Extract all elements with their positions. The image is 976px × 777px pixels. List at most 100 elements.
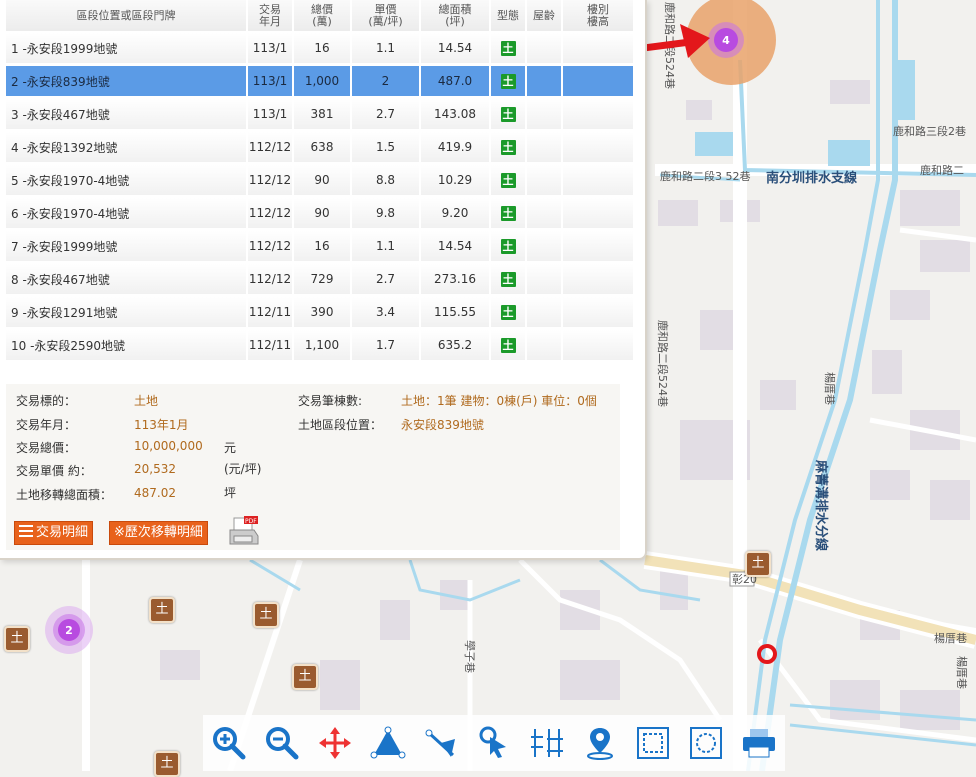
cell-address: 10 -永安段2590地號 [6, 330, 248, 363]
label-road-352: 鹿和路二段3 52巷 [660, 169, 751, 183]
cell-date: 112/12 [248, 132, 294, 165]
label-road-3-2: 鹿和路三段2巷 [893, 124, 966, 138]
frame-rect-icon[interactable] [631, 721, 675, 765]
row-address: -永安段839地號 [18, 74, 110, 89]
row-number: 7 [11, 239, 19, 254]
detail-ym-value: 113年1月 [134, 418, 189, 432]
cell-unit-price: 2.7 [352, 99, 421, 132]
cell-unit-price: 9.8 [352, 198, 421, 231]
zoom-out-icon[interactable] [260, 721, 304, 765]
pan-icon[interactable] [313, 721, 357, 765]
cell-unit-price: 2.7 [352, 264, 421, 297]
transaction-detail-label: 交易明細 [36, 525, 89, 540]
col-header-age[interactable]: 屋齡 [527, 0, 563, 33]
cell-age [527, 198, 563, 231]
cell-age [527, 330, 563, 363]
row-address: -永安段1970-4地號 [18, 206, 130, 221]
measure-area-icon[interactable] [366, 721, 410, 765]
table-row[interactable]: 6 -永安段1970-4地號 112/12 90 9.8 9.20 土 [6, 198, 635, 231]
col-header-date[interactable]: 交易 年月 [248, 0, 294, 33]
detail-count-label: 交易筆棟數: [298, 394, 363, 408]
row-address: -永安段1392地號 [18, 140, 118, 155]
cell-age [527, 165, 563, 198]
label-road-2: 鹿和路二 [920, 163, 964, 177]
table-row[interactable]: 3 -永安段467地號 113/1 381 2.7 143.08 土 [6, 99, 635, 132]
cell-date: 113/1 [248, 99, 294, 132]
detail-count-value: 土地：1筆 建物：0棟(戶) 車位：0個 [401, 394, 597, 408]
cluster-left-count: 2 [65, 624, 73, 637]
table-row[interactable]: 5 -永安段1970-4地號 112/12 90 8.8 10.29 土 [6, 165, 635, 198]
select-icon[interactable] [472, 721, 516, 765]
detail-total-unit: 元 [224, 441, 237, 455]
land-marker-icon[interactable]: 土 [4, 626, 30, 652]
cell-address: 1 -永安段1999地號 [6, 33, 248, 66]
cell-floor [563, 165, 635, 198]
row-address: -永安段1291地號 [18, 305, 118, 320]
grid-icon[interactable] [525, 721, 569, 765]
measure-line-icon[interactable] [419, 721, 463, 765]
cell-address: 6 -永安段1970-4地號 [6, 198, 248, 231]
land-marker-icon[interactable]: 土 [745, 551, 771, 577]
col-header-unit[interactable]: 單價 (萬/坪) [352, 0, 421, 33]
zoom-in-icon[interactable] [207, 721, 251, 765]
transfer-history-button[interactable]: ※歷次移轉明細 [109, 521, 208, 545]
detail-unit-unit: (元/坪) [224, 462, 262, 476]
cell-unit-price: 1.1 [352, 33, 421, 66]
detail-target-label: 交易標的： [16, 394, 77, 408]
cell-type: 土 [491, 132, 527, 165]
cell-area: 9.20 [421, 198, 491, 231]
table-row[interactable]: 8 -永安段467地號 112/12 729 2.7 273.16 土 [6, 264, 635, 297]
location-pin-icon[interactable] [578, 721, 622, 765]
cell-type: 土 [491, 231, 527, 264]
cell-address: 5 -永安段1970-4地號 [6, 165, 248, 198]
col-header-floor[interactable]: 樓別 樓高 [563, 0, 635, 33]
cell-date: 112/11 [248, 297, 294, 330]
header-date-text: 交易 年月 [259, 2, 281, 28]
table-row[interactable]: 7 -永安段1999地號 112/12 16 1.1 14.54 土 [6, 231, 635, 264]
table-row[interactable]: 2 -永安段839地號 113/1 1,000 2 487.0 土 [6, 66, 635, 99]
land-type-icon: 土 [500, 40, 516, 56]
land-marker-icon[interactable]: 土 [292, 664, 318, 690]
cell-area: 635.2 [421, 330, 491, 363]
cell-floor [563, 297, 635, 330]
land-type-icon: 土 [500, 337, 516, 353]
cell-total: 16 [294, 33, 352, 66]
col-header-total[interactable]: 總價 (萬) [294, 0, 352, 33]
transaction-detail-button[interactable]: 交易明細 [14, 521, 94, 545]
cell-floor [563, 132, 635, 165]
col-header-type[interactable]: 型態 [491, 0, 527, 33]
cell-address: 8 -永安段467地號 [6, 264, 248, 297]
label-yangcuo-2: 楊厝巷 [934, 631, 967, 645]
row-address: -永安段1970-4地號 [18, 173, 130, 188]
cell-area: 273.16 [421, 264, 491, 297]
label-yangcuo-3: 楊厝巷 [955, 656, 969, 689]
detail-area-value: 487.02 [134, 486, 176, 500]
cell-floor [563, 264, 635, 297]
detail-area-unit: 坪 [224, 486, 237, 500]
row-number: 5 [11, 173, 19, 188]
cell-address: 7 -永安段1999地號 [6, 231, 248, 264]
cell-area: 419.9 [421, 132, 491, 165]
detail-total-value: 10,000,000 [134, 439, 203, 453]
land-marker-icon[interactable]: 土 [154, 751, 180, 777]
frame-circle-icon[interactable] [684, 721, 728, 765]
table-row[interactable]: 10 -永安段2590地號 112/11 1,100 1.7 635.2 土 [6, 330, 635, 363]
cell-total: 1,000 [294, 66, 352, 99]
header-total-text: 總價 (萬) [311, 2, 333, 28]
cell-floor [563, 33, 635, 66]
col-header-area[interactable]: 總面積 (坪) [421, 0, 491, 33]
cell-unit-price: 1.1 [352, 231, 421, 264]
table-row[interactable]: 1 -永安段1999地號 113/1 16 1.1 14.54 土 [6, 33, 635, 66]
cell-age [527, 66, 563, 99]
land-marker-icon[interactable]: 土 [149, 597, 175, 623]
table-row[interactable]: 4 -永安段1392地號 112/12 638 1.5 419.9 土 [6, 132, 635, 165]
print-icon[interactable] [737, 721, 781, 765]
cell-type: 土 [491, 297, 527, 330]
detail-unit-value: 20,532 [134, 462, 176, 476]
detail-target-value: 土地 [134, 394, 159, 408]
table-row[interactable]: 9 -永安段1291地號 112/11 390 3.4 115.55 土 [6, 297, 635, 330]
pdf-print-icon[interactable]: PDF [228, 516, 260, 546]
cell-unit-price: 2 [352, 66, 421, 99]
land-marker-icon[interactable]: 土 [253, 602, 279, 628]
col-header-address[interactable]: 區段位置或區段門牌 [6, 0, 248, 33]
